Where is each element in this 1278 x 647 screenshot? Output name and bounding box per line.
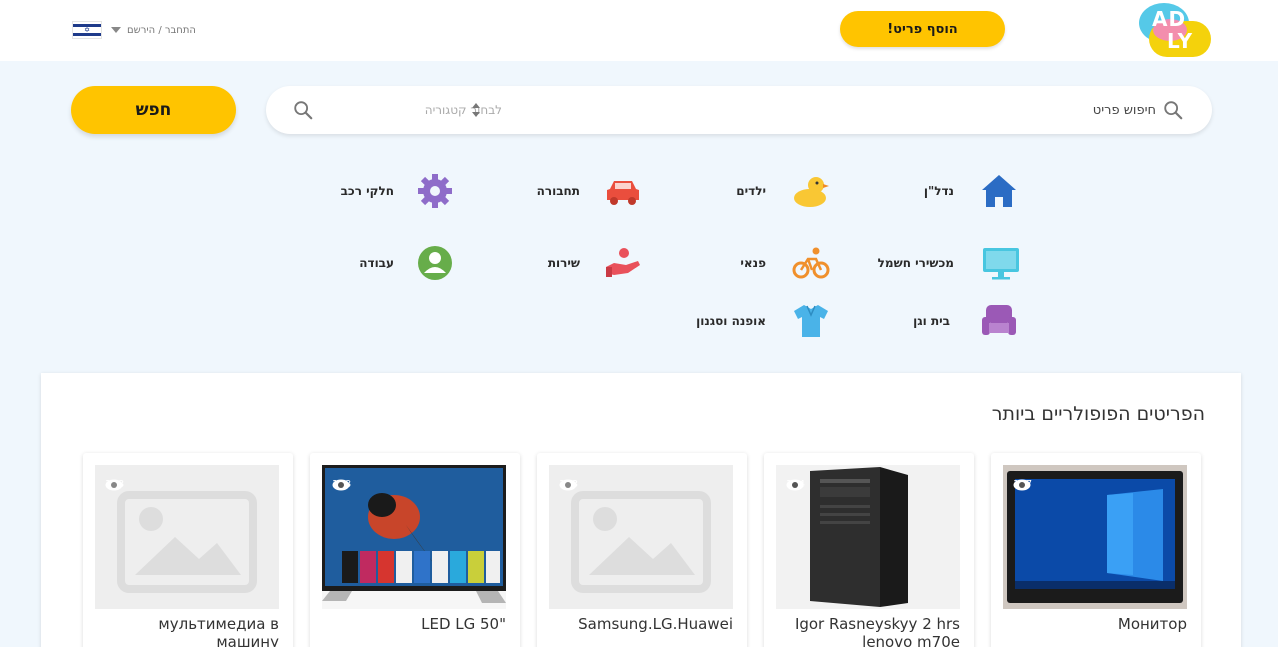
logo-text-ly: LY: [1167, 29, 1194, 53]
category-label: בית וגן: [913, 314, 950, 328]
category-fashion[interactable]: אופנה וסגנון: [680, 301, 830, 341]
category-label: אופנה וסגנון: [696, 314, 766, 328]
product-card-monitor[interactable]: 147 Монитор: [991, 453, 1201, 647]
view-count: 133: [559, 479, 578, 491]
product-title[interactable]: Монитор: [1003, 615, 1187, 633]
category-leisure[interactable]: פנאי: [700, 243, 830, 283]
category-label: מכשירי חשמל: [877, 256, 954, 270]
view-count: 128: [332, 479, 351, 491]
eye-icon: [786, 479, 804, 491]
category-label: פנאי: [740, 256, 766, 270]
search-button[interactable]: חפש: [71, 86, 236, 134]
rubber-duck-icon: [794, 177, 829, 207]
category-label: ילדים: [736, 184, 766, 198]
category-car-parts[interactable]: חלקי רכב: [330, 171, 456, 211]
chevron-down-icon[interactable]: [111, 27, 121, 33]
category-electronics[interactable]: מכשירי חשמל: [860, 243, 1020, 283]
israel-flag-icon[interactable]: ✡: [72, 21, 102, 39]
product-image[interactable]: 133: [549, 465, 733, 609]
view-count: 108: [105, 479, 124, 491]
category-home-garden[interactable]: בית וגן: [900, 301, 1020, 341]
login-register-link[interactable]: התחבר / הירשם: [127, 25, 196, 36]
product-card-lenovo[interactable]: 134 Igor Rasneyskyy 2 hrs lenovo m70e: [764, 453, 974, 647]
category-label: תחבורה: [536, 184, 580, 198]
shirt-icon: [794, 305, 828, 337]
category-label: חלקי רכב: [340, 184, 394, 198]
eye-icon: [1013, 479, 1031, 491]
adly-logo[interactable]: AD LY: [1139, 3, 1213, 59]
category-work[interactable]: עבודה: [340, 243, 456, 283]
product-card-multimedia[interactable]: 108 мультимедиа в машину: [83, 453, 293, 647]
add-item-button[interactable]: הוסף פריט!: [840, 11, 1005, 47]
eye-icon: [332, 479, 350, 491]
house-icon: [982, 175, 1016, 207]
category-label: עבודה: [359, 256, 394, 270]
product-image[interactable]: 147: [1003, 465, 1187, 609]
product-title[interactable]: LED LG 50": [322, 615, 506, 633]
popular-items-panel: הפריטים הפופולריים ביותר 147 Монитор: [41, 373, 1241, 647]
search-input[interactable]: [826, 99, 1156, 121]
category-transport[interactable]: תחבורה: [510, 171, 642, 211]
product-image[interactable]: 108: [95, 465, 279, 609]
top-bar: AD LY הוסף פריט! ✡ התחבר / הירשם: [0, 0, 1278, 61]
product-card-led-lg[interactable]: 128 LED LG 50": [310, 453, 520, 647]
category-realestate[interactable]: נדל"ן: [880, 171, 1020, 211]
category-label: שירות: [547, 256, 580, 270]
view-count: 134: [786, 479, 805, 491]
product-title[interactable]: мультимедиа в машину: [95, 615, 279, 647]
logo-text-ad: AD: [1152, 7, 1187, 31]
eye-icon: [105, 479, 123, 491]
car-icon: [607, 181, 639, 205]
product-image[interactable]: 128: [322, 465, 506, 609]
category-kids[interactable]: ילדים: [700, 171, 830, 211]
helping-hand-icon: [606, 248, 640, 277]
product-card-samsung[interactable]: 133 Samsung.LG.Huawei: [537, 453, 747, 647]
product-title[interactable]: Igor Rasneyskyy 2 hrs lenovo m70e: [776, 615, 960, 647]
search-icon[interactable]: [1162, 99, 1184, 121]
select-arrows-icon[interactable]: [470, 101, 482, 119]
search-bar: לבחור קטגוריה: [266, 86, 1212, 134]
eye-icon: [559, 479, 577, 491]
category-services[interactable]: שירות: [520, 243, 642, 283]
product-image[interactable]: 134: [776, 465, 960, 609]
category-search-icon[interactable]: [292, 99, 314, 121]
user-icon: [418, 246, 452, 280]
popular-items-title: הפריטים הפופולריים ביותר: [991, 403, 1205, 425]
monitor-icon: [983, 248, 1019, 280]
view-count: 147: [1013, 479, 1032, 491]
product-title[interactable]: Samsung.LG.Huawei: [549, 615, 733, 633]
category-label: נדל"ן: [923, 184, 954, 198]
language-login-area: ✡ התחבר / הירשם: [72, 19, 196, 41]
armchair-icon: [982, 305, 1016, 335]
gear-icon: [418, 174, 452, 208]
bicycle-icon: [792, 247, 830, 279]
